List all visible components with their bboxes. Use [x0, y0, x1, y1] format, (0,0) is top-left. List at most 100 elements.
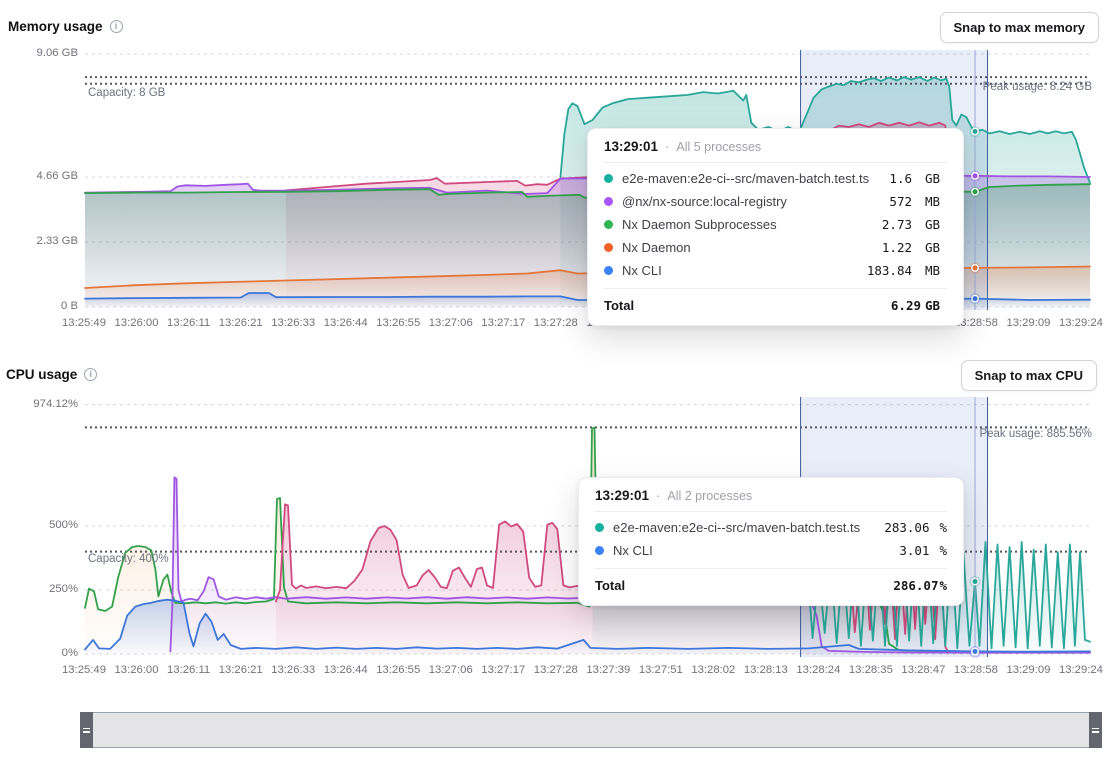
y-tick-label: 250%	[6, 583, 78, 595]
process-name: Nx Daemon Subprocesses	[622, 217, 873, 232]
tooltip-row: Nx Daemon Subprocesses 2.73 GB	[604, 213, 947, 236]
memory-capacity-label: Capacity: 8 GB	[88, 87, 165, 99]
tooltip-time: 13:29:01	[595, 488, 649, 503]
snap-to-max-cpu-button[interactable]: Snap to max CPU	[961, 360, 1097, 391]
info-icon[interactable]: i	[84, 368, 97, 381]
hover-dot	[972, 128, 978, 134]
cpu-capacity-label: Capacity: 400%	[88, 553, 169, 565]
series-color-dot	[604, 197, 613, 206]
x-tick-label: 13:27:06	[429, 664, 473, 676]
x-tick-label: 13:27:17	[481, 317, 525, 329]
memory-section-title: Memory usage i	[8, 19, 123, 34]
total-value: 286.07	[893, 578, 938, 593]
x-tick-label: 13:27:06	[429, 317, 473, 329]
x-tick-label: 13:27:28	[534, 317, 578, 329]
process-name: Nx CLI	[613, 543, 890, 558]
x-tick-label: 13:26:21	[219, 317, 263, 329]
hover-dot	[972, 578, 978, 584]
cpu-x-axis-labels: 13:25:4913:26:0013:26:1113:26:2113:26:33…	[62, 664, 1103, 676]
tooltip-row: e2e-maven:e2e-ci--src/maven-batch.test.t…	[595, 516, 947, 539]
x-tick-label: 13:29:24	[1059, 664, 1103, 676]
brush-handle-right[interactable]	[1089, 712, 1102, 748]
process-value: 3.01	[899, 543, 929, 558]
x-tick-label: 13:26:21	[219, 664, 263, 676]
y-tick-label: 2.33 GB	[6, 235, 78, 247]
tooltip-separator: ·	[665, 139, 669, 154]
process-unit: GB	[925, 217, 947, 232]
memory-peak-label: Peak usage: 8.24 GB	[983, 81, 1092, 93]
x-tick-label: 13:27:39	[586, 664, 630, 676]
tooltip-subtitle: All 2 processes	[667, 489, 752, 503]
x-tick-label: 13:28:47	[901, 664, 945, 676]
process-value: 1.6	[889, 171, 912, 186]
info-icon[interactable]: i	[110, 20, 123, 33]
x-tick-label: 13:27:17	[481, 664, 525, 676]
hover-dot	[972, 189, 978, 195]
y-tick-label: 4.66 GB	[6, 170, 78, 182]
y-tick-label: 0 B	[6, 300, 78, 312]
x-tick-label: 13:26:55	[376, 317, 420, 329]
process-unit: MB	[925, 194, 947, 209]
process-value: 2.73	[882, 217, 912, 232]
x-tick-label: 13:26:11	[167, 317, 210, 329]
x-tick-label: 13:26:11	[167, 664, 210, 676]
series-color-dot	[604, 174, 613, 183]
process-name: @nx/nx-source:local-registry	[622, 194, 880, 209]
hover-dot	[972, 173, 978, 179]
process-name: e2e-maven:e2e-ci--src/maven-batch.test.t…	[613, 520, 875, 535]
x-tick-label: 13:27:51	[639, 664, 683, 676]
series-color-dot	[604, 220, 613, 229]
cpu-tooltip-header: 13:29:01 · All 2 processes	[595, 488, 947, 511]
tooltip-time: 13:29:01	[604, 139, 658, 154]
total-label: Total	[595, 578, 893, 593]
x-tick-label: 13:26:33	[271, 317, 315, 329]
total-unit: %	[939, 578, 947, 593]
process-unit: %	[939, 520, 947, 535]
x-tick-label: 13:26:44	[324, 664, 368, 676]
process-name: e2e-maven:e2e-ci--src/maven-batch.test.t…	[622, 171, 880, 186]
y-tick-label: 500%	[6, 519, 78, 531]
process-name: Nx Daemon	[622, 240, 873, 255]
process-value: 572	[889, 194, 912, 209]
memory-tooltip: 13:29:01 · All 5 processes e2e-maven:e2e…	[587, 128, 964, 326]
hover-dot	[972, 295, 978, 301]
profiler-page: Memory usage i Snap to max memory Capaci…	[0, 0, 1118, 761]
process-value: 183.84	[867, 263, 912, 278]
hover-dot	[972, 648, 978, 654]
process-value: 283.06	[884, 520, 929, 535]
cpu-title-text: CPU usage	[6, 367, 77, 382]
memory-title-text: Memory usage	[8, 19, 103, 34]
process-unit: GB	[925, 171, 947, 186]
process-unit: GB	[925, 240, 947, 255]
total-value: 6.29	[891, 298, 921, 313]
tooltip-row: Nx Daemon1.22GB	[604, 236, 947, 259]
x-tick-label: 13:29:09	[1006, 664, 1050, 676]
y-tick-label: 974.12%	[6, 398, 78, 410]
series-color-dot	[604, 243, 613, 252]
tooltip-row: Nx CLI183.84MB	[604, 259, 947, 282]
cpu-tooltip: 13:29:01 · All 2 processes e2e-maven:e2e…	[578, 477, 964, 606]
brush-handle-left[interactable]	[80, 712, 93, 748]
series-color-dot	[595, 546, 604, 555]
x-tick-label: 13:26:33	[271, 664, 315, 676]
x-tick-label: 13:25:49	[62, 317, 106, 329]
tooltip-row: @nx/nx-source:local-registry 572 MB	[604, 190, 947, 213]
x-tick-label: 13:28:24	[796, 664, 840, 676]
snap-to-max-memory-button[interactable]: Snap to max memory	[940, 12, 1100, 43]
hover-dot	[972, 265, 978, 271]
tooltip-row: Nx CLI3.01%	[595, 539, 947, 562]
cpu-tooltip-rows: e2e-maven:e2e-ci--src/maven-batch.test.t…	[595, 511, 947, 568]
x-tick-label: 13:27:28	[534, 664, 578, 676]
series-color-dot	[595, 523, 604, 532]
time-range-brush[interactable]	[80, 712, 1102, 748]
y-tick-label: 0%	[6, 647, 78, 659]
tooltip-separator: ·	[656, 488, 660, 503]
cpu-tooltip-total-row: Total 286.07 %	[595, 568, 947, 593]
x-tick-label: 13:29:09	[1006, 317, 1050, 329]
series-color-dot	[604, 266, 613, 275]
x-tick-label: 13:28:35	[849, 664, 893, 676]
cpu-peak-label: Peak usage: 885.56%	[979, 428, 1092, 440]
x-tick-label: 13:28:58	[954, 664, 998, 676]
y-tick-label: 9.06 GB	[6, 47, 78, 59]
x-tick-label: 13:25:49	[62, 664, 106, 676]
